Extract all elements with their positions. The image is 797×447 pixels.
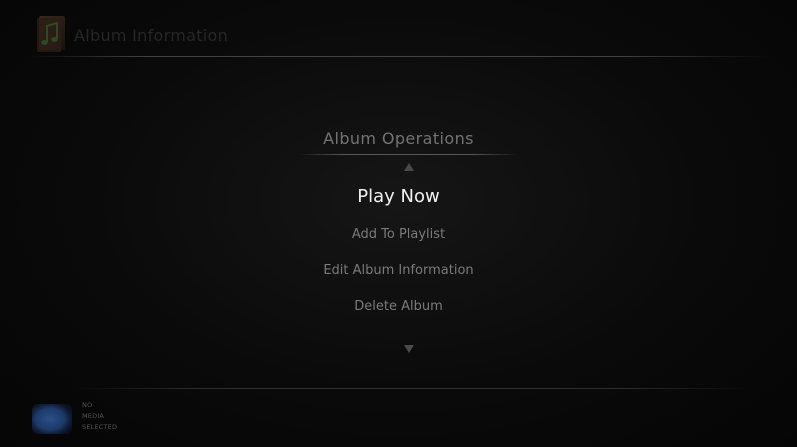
status-line: NO [82,401,93,409]
chevron-down-icon[interactable] [403,339,415,353]
menu-item-delete-album[interactable]: Delete Album [0,299,797,314]
menu-item-add-to-playlist[interactable]: Add To Playlist [0,227,797,242]
media-thumbnail-icon [30,402,74,436]
footer-divider [70,388,750,389]
menu-item-edit-album-information[interactable]: Edit Album Information [0,263,797,278]
menu-heading: Album Operations [323,129,474,148]
status-line: MEDIA [82,412,105,420]
header-divider [30,56,770,57]
media-status-text: NO MEDIA SELECTED [82,400,117,433]
page-title: Album Information [74,26,229,45]
music-note-icon [33,14,67,54]
chevron-up-icon[interactable] [403,157,415,171]
menu-heading-divider [298,154,518,155]
album-information-screen: Album Information Album Operations Play … [0,0,797,447]
menu-item-play-now[interactable]: Play Now [0,186,797,207]
status-line: SELECTED [82,423,118,431]
